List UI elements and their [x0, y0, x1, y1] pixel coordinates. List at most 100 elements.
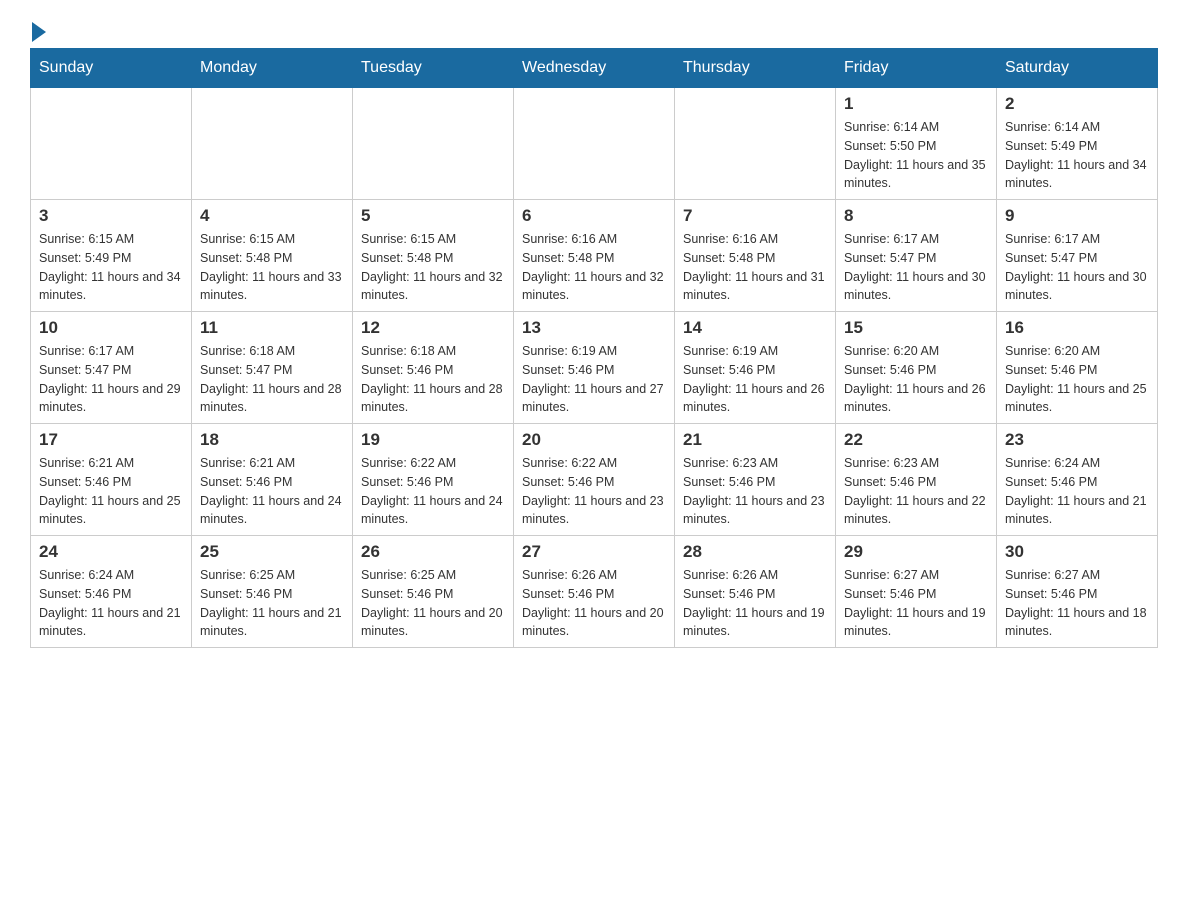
calendar-cell: 25 Sunrise: 6:25 AMSunset: 5:46 PMDayligh… [192, 536, 353, 648]
day-number: 27 [522, 542, 666, 562]
day-number: 17 [39, 430, 183, 450]
day-info: Sunrise: 6:27 AMSunset: 5:46 PMDaylight:… [844, 566, 988, 641]
day-info: Sunrise: 6:24 AMSunset: 5:46 PMDaylight:… [39, 566, 183, 641]
day-info: Sunrise: 6:19 AMSunset: 5:46 PMDaylight:… [683, 342, 827, 417]
day-number: 22 [844, 430, 988, 450]
day-number: 8 [844, 206, 988, 226]
calendar-cell: 28 Sunrise: 6:26 AMSunset: 5:46 PMDayligh… [675, 536, 836, 648]
calendar-cell: 16 Sunrise: 6:20 AMSunset: 5:46 PMDayligh… [997, 312, 1158, 424]
calendar-cell: 13 Sunrise: 6:19 AMSunset: 5:46 PMDayligh… [514, 312, 675, 424]
day-number: 6 [522, 206, 666, 226]
calendar-cell: 7 Sunrise: 6:16 AMSunset: 5:48 PMDaylight… [675, 200, 836, 312]
day-number: 9 [1005, 206, 1149, 226]
calendar-cell: 14 Sunrise: 6:19 AMSunset: 5:46 PMDayligh… [675, 312, 836, 424]
day-number: 14 [683, 318, 827, 338]
day-number: 7 [683, 206, 827, 226]
header-sunday: Sunday [31, 49, 192, 88]
calendar-cell: 21 Sunrise: 6:23 AMSunset: 5:46 PMDayligh… [675, 424, 836, 536]
day-info: Sunrise: 6:17 AMSunset: 5:47 PMDaylight:… [39, 342, 183, 417]
day-info: Sunrise: 6:14 AMSunset: 5:50 PMDaylight:… [844, 118, 988, 193]
day-info: Sunrise: 6:21 AMSunset: 5:46 PMDaylight:… [200, 454, 344, 529]
day-info: Sunrise: 6:18 AMSunset: 5:46 PMDaylight:… [361, 342, 505, 417]
calendar-cell: 27 Sunrise: 6:26 AMSunset: 5:46 PMDayligh… [514, 536, 675, 648]
calendar-table: SundayMondayTuesdayWednesdayThursdayFrid… [30, 48, 1158, 648]
day-number: 25 [200, 542, 344, 562]
day-number: 11 [200, 318, 344, 338]
calendar-cell: 23 Sunrise: 6:24 AMSunset: 5:46 PMDayligh… [997, 424, 1158, 536]
day-number: 13 [522, 318, 666, 338]
page-header [30, 20, 1158, 38]
header-monday: Monday [192, 49, 353, 88]
day-number: 23 [1005, 430, 1149, 450]
day-info: Sunrise: 6:20 AMSunset: 5:46 PMDaylight:… [844, 342, 988, 417]
calendar-cell: 9 Sunrise: 6:17 AMSunset: 5:47 PMDaylight… [997, 200, 1158, 312]
week-row-3: 10 Sunrise: 6:17 AMSunset: 5:47 PMDayligh… [31, 312, 1158, 424]
calendar-cell: 15 Sunrise: 6:20 AMSunset: 5:46 PMDayligh… [836, 312, 997, 424]
calendar-cell [514, 88, 675, 200]
day-number: 19 [361, 430, 505, 450]
calendar-cell: 4Sunrise: 6:15 AMSunset: 5:48 PMDaylight… [192, 200, 353, 312]
day-info: Sunrise: 6:16 AMSunset: 5:48 PMDaylight:… [522, 230, 666, 305]
day-number: 2 [1005, 94, 1149, 114]
calendar-cell: 19 Sunrise: 6:22 AMSunset: 5:46 PMDayligh… [353, 424, 514, 536]
day-info: Sunrise: 6:20 AMSunset: 5:46 PMDaylight:… [1005, 342, 1149, 417]
header-saturday: Saturday [997, 49, 1158, 88]
calendar-cell: 2 Sunrise: 6:14 AMSunset: 5:49 PMDaylight… [997, 88, 1158, 200]
day-number: 26 [361, 542, 505, 562]
day-number: 15 [844, 318, 988, 338]
calendar-cell: 20 Sunrise: 6:22 AMSunset: 5:46 PMDayligh… [514, 424, 675, 536]
day-number: 21 [683, 430, 827, 450]
day-info: Sunrise: 6:25 AMSunset: 5:46 PMDaylight:… [361, 566, 505, 641]
day-info: Sunrise: 6:26 AMSunset: 5:46 PMDaylight:… [683, 566, 827, 641]
calendar-cell: 24 Sunrise: 6:24 AMSunset: 5:46 PMDayligh… [31, 536, 192, 648]
day-number: 3 [39, 206, 183, 226]
day-number: 30 [1005, 542, 1149, 562]
calendar-cell: 6 Sunrise: 6:16 AMSunset: 5:48 PMDaylight… [514, 200, 675, 312]
calendar-cell: 12 Sunrise: 6:18 AMSunset: 5:46 PMDayligh… [353, 312, 514, 424]
calendar-cell: 17 Sunrise: 6:21 AMSunset: 5:46 PMDayligh… [31, 424, 192, 536]
header-friday: Friday [836, 49, 997, 88]
week-row-2: 3Sunrise: 6:15 AMSunset: 5:49 PMDaylight… [31, 200, 1158, 312]
calendar-cell: 3Sunrise: 6:15 AMSunset: 5:49 PMDaylight… [31, 200, 192, 312]
day-info: Sunrise: 6:21 AMSunset: 5:46 PMDaylight:… [39, 454, 183, 529]
day-info: Sunrise: 6:16 AMSunset: 5:48 PMDaylight:… [683, 230, 827, 305]
day-number: 10 [39, 318, 183, 338]
week-row-5: 24 Sunrise: 6:24 AMSunset: 5:46 PMDayligh… [31, 536, 1158, 648]
calendar-cell [675, 88, 836, 200]
day-number: 18 [200, 430, 344, 450]
calendar-cell: 11 Sunrise: 6:18 AMSunset: 5:47 PMDayligh… [192, 312, 353, 424]
day-info: Sunrise: 6:17 AMSunset: 5:47 PMDaylight:… [844, 230, 988, 305]
calendar-cell: 1 Sunrise: 6:14 AMSunset: 5:50 PMDaylight… [836, 88, 997, 200]
day-number: 28 [683, 542, 827, 562]
calendar-header-row: SundayMondayTuesdayWednesdayThursdayFrid… [31, 49, 1158, 88]
day-number: 20 [522, 430, 666, 450]
day-number: 24 [39, 542, 183, 562]
day-info: Sunrise: 6:19 AMSunset: 5:46 PMDaylight:… [522, 342, 666, 417]
week-row-1: 1 Sunrise: 6:14 AMSunset: 5:50 PMDaylight… [31, 88, 1158, 200]
day-info: Sunrise: 6:26 AMSunset: 5:46 PMDaylight:… [522, 566, 666, 641]
calendar-cell: 5Sunrise: 6:15 AMSunset: 5:48 PMDaylight… [353, 200, 514, 312]
day-info: Sunrise: 6:22 AMSunset: 5:46 PMDaylight:… [361, 454, 505, 529]
calendar-cell [353, 88, 514, 200]
calendar-cell [192, 88, 353, 200]
day-info: Sunrise: 6:14 AMSunset: 5:49 PMDaylight:… [1005, 118, 1149, 193]
header-thursday: Thursday [675, 49, 836, 88]
day-number: 12 [361, 318, 505, 338]
day-info: Sunrise: 6:23 AMSunset: 5:46 PMDaylight:… [683, 454, 827, 529]
day-info: Sunrise: 6:25 AMSunset: 5:46 PMDaylight:… [200, 566, 344, 641]
calendar-cell: 30Sunrise: 6:27 AMSunset: 5:46 PMDayligh… [997, 536, 1158, 648]
day-info: Sunrise: 6:22 AMSunset: 5:46 PMDaylight:… [522, 454, 666, 529]
day-info: Sunrise: 6:17 AMSunset: 5:47 PMDaylight:… [1005, 230, 1149, 305]
day-number: 5 [361, 206, 505, 226]
day-number: 4 [200, 206, 344, 226]
calendar-cell: 26 Sunrise: 6:25 AMSunset: 5:46 PMDayligh… [353, 536, 514, 648]
calendar-cell: 8 Sunrise: 6:17 AMSunset: 5:47 PMDaylight… [836, 200, 997, 312]
day-info: Sunrise: 6:24 AMSunset: 5:46 PMDaylight:… [1005, 454, 1149, 529]
day-number: 16 [1005, 318, 1149, 338]
day-number: 1 [844, 94, 988, 114]
calendar-cell: 22Sunrise: 6:23 AMSunset: 5:46 PMDayligh… [836, 424, 997, 536]
day-info: Sunrise: 6:18 AMSunset: 5:47 PMDaylight:… [200, 342, 344, 417]
calendar-cell: 18 Sunrise: 6:21 AMSunset: 5:46 PMDayligh… [192, 424, 353, 536]
calendar-cell: 10 Sunrise: 6:17 AMSunset: 5:47 PMDayligh… [31, 312, 192, 424]
header-wednesday: Wednesday [514, 49, 675, 88]
